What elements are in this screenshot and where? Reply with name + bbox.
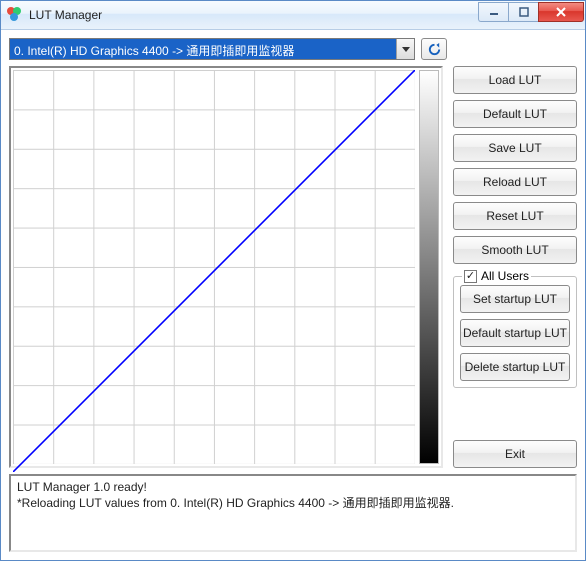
reset-lut-button[interactable]: Reset LUT xyxy=(453,202,577,230)
lut-grid xyxy=(13,70,415,464)
device-dropdown[interactable]: 0. Intel(R) HD Graphics 4400 -> 通用即插即用监视… xyxy=(9,38,415,60)
load-lut-button[interactable]: Load LUT xyxy=(453,66,577,94)
lut-chart-frame xyxy=(9,66,443,468)
refresh-icon xyxy=(427,42,442,57)
side-buttons: Load LUT Default LUT Save LUT Reload LUT… xyxy=(453,66,577,468)
close-icon xyxy=(555,6,567,18)
exit-button[interactable]: Exit xyxy=(453,440,577,468)
allusers-label: All Users xyxy=(481,269,529,283)
minimize-button[interactable] xyxy=(478,2,508,22)
device-selected: 0. Intel(R) HD Graphics 4400 -> 通用即插即用监视… xyxy=(10,39,396,59)
default-startup-button[interactable]: Default startup LUT xyxy=(460,319,570,347)
device-row: 0. Intel(R) HD Graphics 4400 -> 通用即插即用监视… xyxy=(9,38,577,60)
chevron-down-icon[interactable] xyxy=(396,39,414,59)
save-lut-button[interactable]: Save LUT xyxy=(453,134,577,162)
allusers-legend: All Users xyxy=(462,269,531,283)
status-line: LUT Manager 1.0 ready! xyxy=(17,480,569,494)
gradient-bar xyxy=(419,70,439,464)
window-controls xyxy=(478,1,584,29)
maximize-button[interactable] xyxy=(508,2,538,22)
lut-curve xyxy=(13,70,415,472)
window-title: LUT Manager xyxy=(29,8,102,22)
allusers-group: All Users Set startup LUT Default startu… xyxy=(453,276,577,388)
reload-lut-button[interactable]: Reload LUT xyxy=(453,168,577,196)
allusers-checkbox[interactable] xyxy=(464,270,477,283)
status-line: *Reloading LUT values from 0. Intel(R) H… xyxy=(17,494,569,511)
app-window: LUT Manager 0. Intel(R) HD Graphics 4400… xyxy=(0,0,586,561)
minimize-icon xyxy=(489,7,499,17)
smooth-lut-button[interactable]: Smooth LUT xyxy=(453,236,577,264)
lut-chart xyxy=(13,70,439,464)
refresh-button[interactable] xyxy=(421,38,447,60)
titlebar[interactable]: LUT Manager xyxy=(1,0,585,30)
main-row: Load LUT Default LUT Save LUT Reload LUT… xyxy=(9,66,577,468)
close-button[interactable] xyxy=(538,2,584,22)
client-area: 0. Intel(R) HD Graphics 4400 -> 通用即插即用监视… xyxy=(1,30,585,560)
set-startup-button[interactable]: Set startup LUT xyxy=(460,285,570,313)
app-icon xyxy=(7,7,23,23)
status-log: LUT Manager 1.0 ready! *Reloading LUT va… xyxy=(9,474,577,552)
maximize-icon xyxy=(519,7,529,17)
default-lut-button[interactable]: Default LUT xyxy=(453,100,577,128)
delete-startup-button[interactable]: Delete startup LUT xyxy=(460,353,570,381)
